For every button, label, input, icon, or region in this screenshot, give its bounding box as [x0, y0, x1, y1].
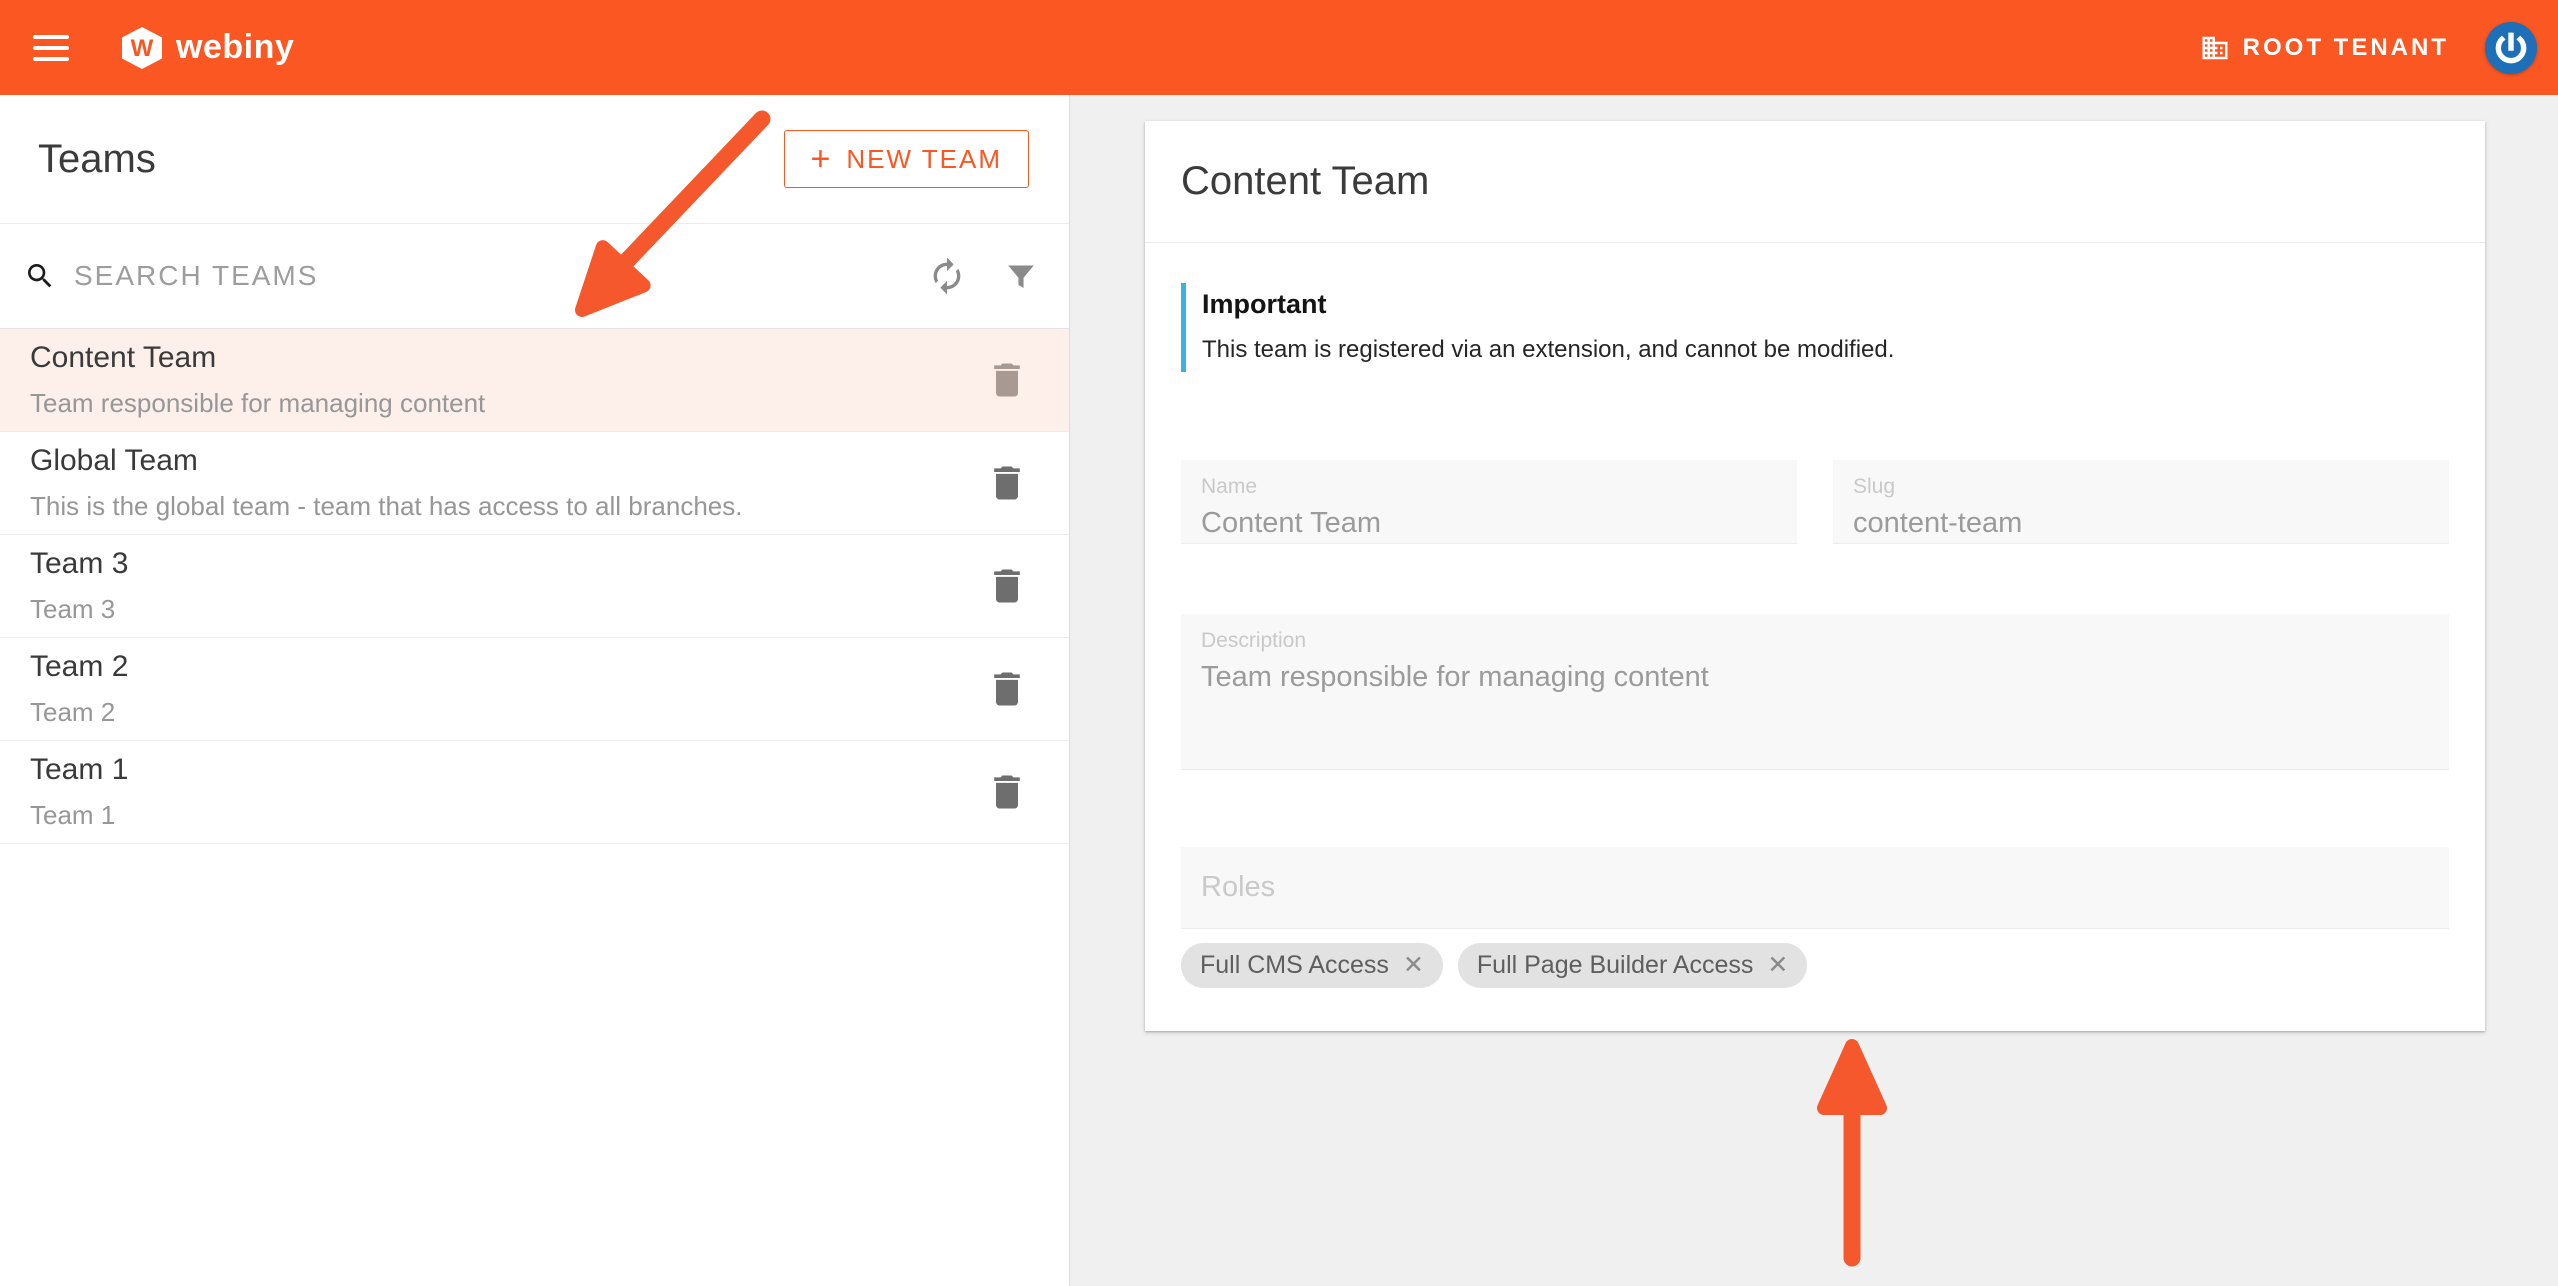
delete-team-button[interactable]: [985, 564, 1029, 608]
search-bar: [0, 224, 1069, 329]
delete-team-button[interactable]: [985, 667, 1029, 711]
user-avatar[interactable]: [2485, 21, 2537, 74]
top-bar: W webiny ROOT TENANT: [0, 0, 2558, 95]
chip-label: Full Page Builder Access: [1476, 951, 1754, 979]
panel-header: Teams + NEW TEAM: [0, 95, 1069, 224]
delete-team-button[interactable]: [985, 770, 1029, 814]
important-notice: Important This team is registered via an…: [1181, 283, 2449, 372]
search-icon: [28, 264, 52, 288]
team-detail-title: Content Team: [1181, 159, 1430, 203]
team-name: Team 1: [30, 753, 129, 786]
trash-icon: [994, 569, 1020, 603]
building-icon: [2202, 36, 2228, 59]
remove-chip-icon[interactable]: ✕: [1767, 953, 1788, 978]
team-description: Team 2: [30, 697, 116, 727]
trash-icon: [994, 363, 1020, 397]
trash-icon: [994, 466, 1020, 500]
name-label: Name: [1201, 475, 1258, 498]
team-description: This is the global team - team that has …: [30, 491, 743, 521]
team-detail-card: Content Team Important This team is regi…: [1145, 121, 2485, 1031]
new-team-label: NEW TEAM: [846, 143, 1002, 174]
tenant-label: ROOT TENANT: [2242, 33, 2449, 61]
slug-value: content-team: [1853, 507, 2023, 539]
filter-icon: [1008, 265, 1034, 288]
team-list-item-content-team[interactable]: Content Team Team responsible for managi…: [0, 329, 1069, 432]
role-chip-full-cms-access: Full CMS Access ✕: [1181, 943, 1443, 988]
team-list-item-global-team[interactable]: Global Team This is the global team - te…: [0, 432, 1069, 535]
search-actions: [927, 256, 1039, 296]
search-input[interactable]: [74, 260, 927, 292]
teams-list-panel: Teams + NEW TEAM Content T: [0, 95, 1070, 1286]
topbar-right: ROOT TENANT: [2200, 21, 2537, 74]
menu-icon[interactable]: [33, 34, 71, 61]
team-name: Team 3: [30, 547, 129, 580]
description-value: Team responsible for managing content: [1201, 661, 1709, 693]
brand-wordmark: webiny: [176, 28, 295, 66]
delete-team-button[interactable]: [985, 461, 1029, 505]
roles-field: Roles: [1181, 847, 2449, 929]
webiny-logo[interactable]: W webiny: [121, 26, 294, 70]
trash-icon: [994, 775, 1020, 809]
slug-label: Slug: [1853, 475, 1896, 498]
topbar-left: W webiny: [33, 26, 294, 70]
webiny-hexagon-icon: W: [121, 26, 163, 70]
plus-icon: +: [810, 140, 833, 178]
remove-chip-icon[interactable]: ✕: [1403, 953, 1424, 978]
team-list: Content Team Team responsible for managi…: [0, 329, 1069, 844]
card-header: Content Team: [1145, 121, 2485, 243]
logo-letter: W: [130, 34, 154, 62]
slug-field: Slug content-team: [1833, 460, 2449, 544]
notice-title: Important: [1202, 289, 1327, 319]
delete-team-button[interactable]: [985, 358, 1029, 402]
name-slug-row: Name Content Team Slug content-team: [1181, 460, 2449, 544]
name-value: Content Team: [1201, 507, 1382, 539]
team-list-item-team-1[interactable]: Team 1 Team 1: [0, 741, 1069, 844]
name-field: Name Content Team: [1181, 460, 1797, 544]
team-list-item-team-2[interactable]: Team 2 Team 2: [0, 638, 1069, 741]
notice-body: This team is registered via an extension…: [1202, 336, 1895, 363]
team-detail-panel: Content Team Important This team is regi…: [1070, 95, 2558, 1286]
trash-icon: [994, 672, 1020, 706]
chip-label: Full CMS Access: [1200, 951, 1389, 979]
team-description: Team 3: [30, 594, 116, 624]
description-label: Description: [1201, 629, 1307, 652]
new-team-button[interactable]: + NEW TEAM: [783, 130, 1029, 188]
role-chip-full-page-builder-access: Full Page Builder Access ✕: [1457, 943, 1808, 988]
roles-label: Roles: [1201, 871, 1276, 903]
power-icon: [2495, 32, 2527, 63]
team-description: Team 1: [30, 800, 116, 830]
page-title: Teams: [38, 136, 156, 181]
card-body: Important This team is registered via an…: [1145, 243, 2485, 988]
team-name: Global Team: [30, 444, 198, 477]
refresh-icon: [933, 257, 961, 295]
tenant-selector[interactable]: ROOT TENANT: [2200, 33, 2449, 63]
team-name: Content Team: [30, 341, 217, 374]
description-field: Description Team responsible for managin…: [1181, 614, 2449, 770]
team-name: Team 2: [30, 650, 129, 683]
team-list-item-team-3[interactable]: Team 3 Team 3: [0, 535, 1069, 638]
team-description: Team responsible for managing content: [30, 388, 486, 418]
role-chips: Full CMS Access ✕ Full Page Builder Acce…: [1181, 943, 2449, 988]
refresh-button[interactable]: [927, 256, 967, 296]
filter-button[interactable]: [1003, 258, 1039, 294]
